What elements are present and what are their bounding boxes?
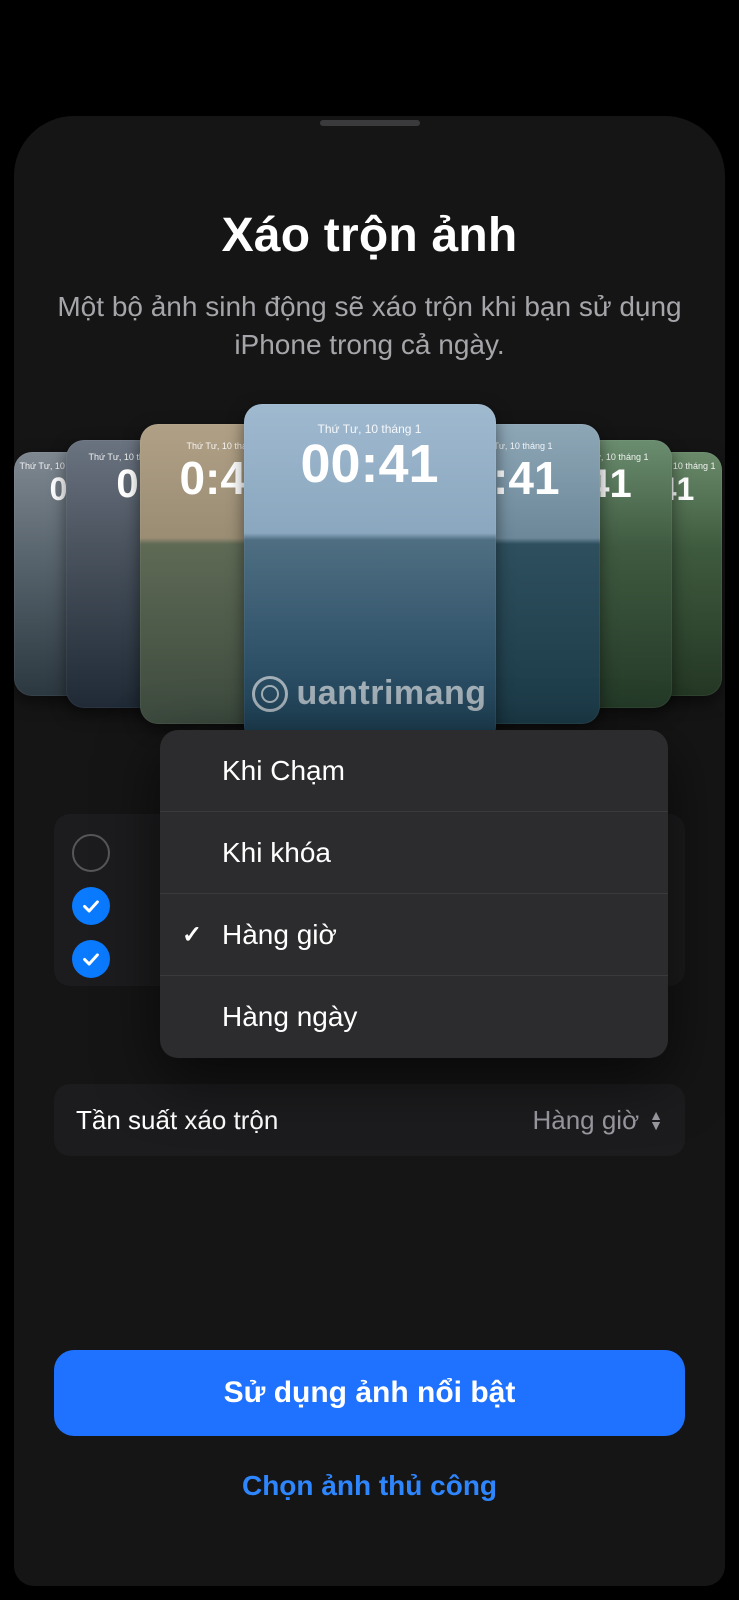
checkmark-icon: ✓ — [182, 920, 202, 949]
dropdown-option-label: Khi Chạm — [222, 755, 345, 787]
frequency-dropdown-menu[interactable]: Khi Chạm Khi khóa ✓ Hàng giờ Hàng ngày — [160, 730, 668, 1058]
preview-time: 00:41 — [300, 436, 438, 492]
page-subtitle: Một bộ ảnh sinh động sẽ xáo trộn khi bạn… — [54, 288, 685, 364]
checked-circle-icon[interactable] — [72, 887, 110, 925]
page-title: Xáo trộn ảnh — [14, 208, 725, 263]
frequency-label: Tần suất xáo trộn — [76, 1105, 278, 1136]
unchecked-circle-icon[interactable] — [72, 834, 110, 872]
dropdown-option-label: Hàng giờ — [222, 919, 337, 951]
dropdown-option-label: Hàng ngày — [222, 1001, 357, 1033]
device-frame: Xáo trộn ảnh Một bộ ảnh sinh động sẽ xáo… — [14, 116, 725, 1586]
wallpaper-preview-center[interactable]: Thứ Tư, 10 tháng 1 00:41 — [244, 404, 496, 744]
choose-photos-manually-link[interactable]: Chọn ảnh thủ công — [14, 1470, 725, 1502]
up-down-chevron-icon: ▲▼ — [649, 1110, 663, 1130]
photo-carousel[interactable]: Thứ Tư, 10 tháng 1 0 Thứ Tư, 10 tháng 1 … — [14, 404, 725, 744]
shuffle-frequency-picker[interactable]: Tần suất xáo trộn Hàng giờ ▲▼ — [54, 1084, 685, 1156]
primary-button-label: Sử dụng ảnh nổi bật — [224, 1376, 516, 1410]
preview-time: 0 — [50, 471, 68, 508]
dropdown-option-label: Khi khóa — [222, 837, 331, 869]
preview-date: Thứ Tư, 10 tháng 1 — [318, 422, 422, 436]
use-featured-photos-button[interactable]: Sử dụng ảnh nổi bật — [54, 1350, 685, 1436]
frequency-value: Hàng giờ ▲▼ — [532, 1105, 663, 1136]
dropdown-option-hourly[interactable]: ✓ Hàng giờ — [160, 894, 668, 976]
dropdown-option-on-tap[interactable]: Khi Chạm — [160, 730, 668, 812]
checked-circle-icon[interactable] — [72, 940, 110, 978]
preview-time: 0 — [116, 462, 138, 507]
frequency-value-text: Hàng giờ — [532, 1105, 639, 1136]
dropdown-option-on-lock[interactable]: Khi khóa — [160, 812, 668, 894]
secondary-link-label: Chọn ảnh thủ công — [242, 1470, 497, 1501]
dropdown-option-daily[interactable]: Hàng ngày — [160, 976, 668, 1058]
